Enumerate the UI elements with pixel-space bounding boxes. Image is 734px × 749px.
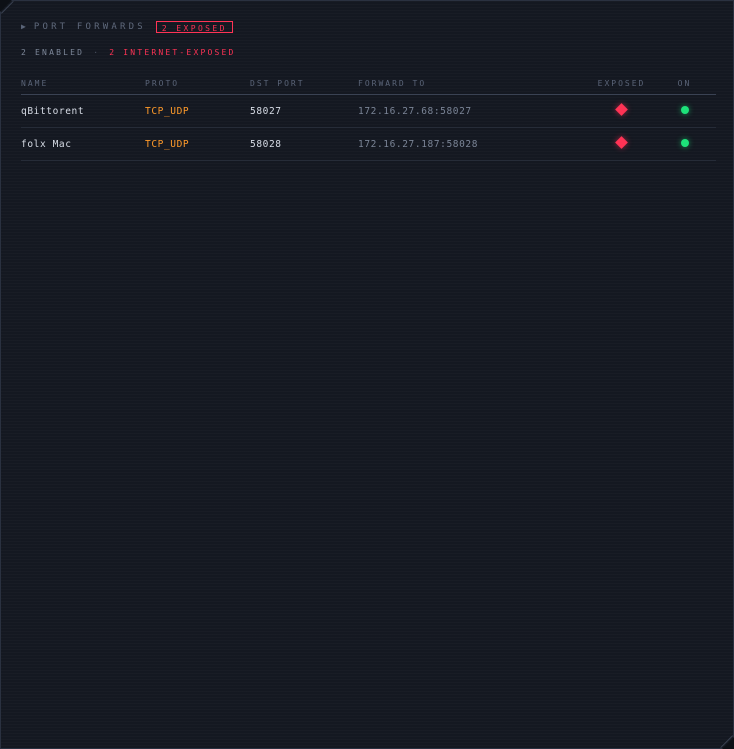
cell-exposed xyxy=(590,128,653,161)
green-dot-icon[interactable] xyxy=(681,106,689,114)
port-forwards-panel: ▶ PORT FORWARDS 2 EXPOSED 2 ENABLED · 2 … xyxy=(0,0,734,749)
cell-forward-to: 172.16.27.68:58027 xyxy=(358,95,590,128)
column-header-exposed[interactable]: EXPOSED xyxy=(590,72,653,95)
column-header-dst-port[interactable]: DST PORT xyxy=(250,72,358,95)
red-diamond-icon xyxy=(615,103,628,116)
table-row[interactable]: folx Mac TCP_UDP 58028 172.16.27.187:580… xyxy=(21,128,716,161)
cell-name: qBittorent xyxy=(21,95,145,128)
section-title[interactable]: PORT FORWARDS xyxy=(34,20,146,34)
corner-accent xyxy=(1,1,14,14)
table-row[interactable]: qBittorent TCP_UDP 58027 172.16.27.68:58… xyxy=(21,95,716,128)
cell-dst-port: 58028 xyxy=(250,128,358,161)
summary-separator: · xyxy=(93,48,101,57)
corner-accent xyxy=(720,735,733,748)
column-header-forward-to[interactable]: FORWARD TO xyxy=(358,72,590,95)
green-dot-icon[interactable] xyxy=(681,139,689,147)
internet-exposed-count: 2 INTERNET-EXPOSED xyxy=(109,48,236,57)
table-header-row: NAME PROTO DST PORT FORWARD TO EXPOSED O… xyxy=(21,72,716,95)
cell-proto: TCP_UDP xyxy=(145,128,250,161)
summary-line: 2 ENABLED · 2 INTERNET-EXPOSED xyxy=(21,47,236,59)
exposed-count-badge: 2 EXPOSED xyxy=(156,21,233,33)
cell-name: folx Mac xyxy=(21,128,145,161)
column-header-name[interactable]: NAME xyxy=(21,72,145,95)
cell-forward-to: 172.16.27.187:58028 xyxy=(358,128,590,161)
column-header-proto[interactable]: PROTO xyxy=(145,72,250,95)
red-diamond-icon xyxy=(615,136,628,149)
port-forwards-table: NAME PROTO DST PORT FORWARD TO EXPOSED O… xyxy=(21,72,716,161)
column-header-on[interactable]: ON xyxy=(653,72,716,95)
enabled-count: 2 ENABLED xyxy=(21,48,85,57)
cell-proto: TCP_UDP xyxy=(145,95,250,128)
cell-exposed xyxy=(590,95,653,128)
cell-on[interactable] xyxy=(653,95,716,128)
section-header[interactable]: ▶ PORT FORWARDS 2 EXPOSED xyxy=(21,20,233,34)
triangle-right-icon[interactable]: ▶ xyxy=(21,20,26,34)
cell-on[interactable] xyxy=(653,128,716,161)
cell-dst-port: 58027 xyxy=(250,95,358,128)
